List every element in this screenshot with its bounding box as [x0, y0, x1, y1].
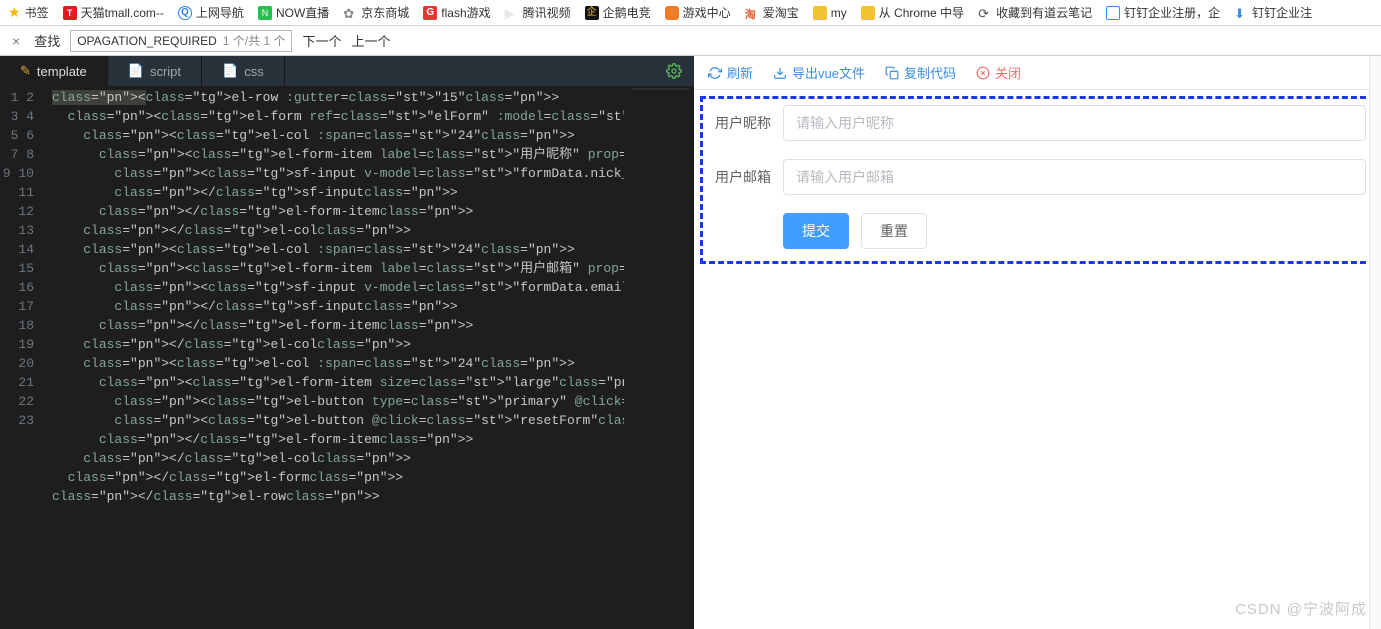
right-edge-panel [1369, 56, 1381, 629]
email-label: 用户邮箱 [709, 167, 783, 187]
form-buttons: 提交 重置 [783, 213, 1366, 249]
bookmark-item[interactable]: 钉钉企业注册，企 [1106, 4, 1220, 21]
bookmark-item[interactable]: ★书签 [8, 4, 49, 21]
find-label: 查找 [34, 31, 60, 50]
bookmark-icon [861, 6, 875, 20]
toolbar-label: 关闭 [995, 63, 1021, 82]
bookmark-label: 游戏中心 [683, 4, 731, 21]
form-row-nickname: 用户昵称 [709, 105, 1366, 141]
tab-css[interactable]: 📄 css [202, 56, 285, 86]
toolbar-refresh-button[interactable]: 刷新 [708, 63, 753, 82]
code-editor[interactable]: 1 2 3 4 5 6 7 8 9 10 11 12 13 14 15 16 1… [0, 86, 694, 629]
find-close-button[interactable]: × [8, 33, 24, 49]
bookmark-item[interactable]: Q 上网导航 [178, 4, 244, 21]
bookmark-icon: 企 [585, 6, 599, 20]
toolbar-label: 导出vue文件 [792, 63, 865, 82]
preview-pane: 刷新 导出vue文件 复制代码 关闭 用户昵称 用户邮箱 提交 重置 [694, 56, 1381, 629]
template-icon: ✎ [20, 63, 31, 79]
toolbar-label: 刷新 [727, 63, 753, 82]
line-gutter: 1 2 3 4 5 6 7 8 9 10 11 12 13 14 15 16 1… [0, 86, 52, 629]
download-icon [773, 66, 787, 80]
minimap[interactable] [624, 86, 694, 629]
bookmark-item[interactable]: N NOW直播 [258, 4, 329, 21]
bookmark-icon: ⟳ [978, 6, 992, 20]
bookmark-item[interactable]: 淘爱淘宝 [745, 4, 799, 21]
bookmarks-bar: ★书签 T 天猫tmall.com-- Q 上网导航 N NOW直播 ✿ 京东商城 Gflash游… [0, 0, 1381, 26]
bookmark-icon: ✿ [343, 6, 357, 20]
bookmark-label: 上网导航 [196, 4, 244, 21]
bookmark-label: my [831, 6, 847, 20]
bookmark-icon [665, 6, 679, 20]
copy-icon [885, 66, 899, 80]
tab-template[interactable]: ✎ template [0, 56, 108, 86]
find-next-button[interactable]: 下一个 [302, 31, 341, 50]
bookmark-icon: ⬇ [1234, 6, 1248, 20]
tab-label: script [150, 64, 181, 79]
preview-toolbar: 刷新 导出vue文件 复制代码 关闭 [694, 56, 1381, 90]
find-prev-button[interactable]: 上一个 [351, 31, 390, 50]
bookmark-item[interactable]: my [813, 6, 847, 20]
bookmark-item[interactable]: Gflash游戏 [423, 4, 490, 21]
submit-button[interactable]: 提交 [783, 213, 849, 249]
bookmark-label: NOW直播 [276, 4, 329, 21]
bookmark-label: 京东商城 [361, 4, 409, 21]
css-icon: 📄 [222, 63, 238, 79]
bookmark-item[interactable]: ⟳ 收藏到有道云笔记 [978, 4, 1092, 21]
bookmark-item[interactable]: T 天猫tmall.com-- [63, 4, 164, 21]
bookmark-icon: Q [178, 6, 192, 20]
email-input[interactable] [783, 159, 1366, 195]
bookmark-label: 天猫tmall.com-- [81, 4, 164, 21]
bookmark-label: 企鹅电竞 [603, 4, 651, 21]
tab-script[interactable]: 📄 script [108, 56, 202, 86]
editor-pane: ✎ template 📄 script 📄 css 1 2 3 4 5 6 7 8 9 1… [0, 56, 694, 629]
bookmark-icon [1106, 6, 1120, 20]
bookmark-icon: G [423, 6, 437, 20]
find-count: 1 个/共 1 个 [223, 32, 286, 49]
bookmark-item[interactable]: 游戏中心 [665, 4, 731, 21]
preview-body: 用户昵称 用户邮箱 提交 重置 [694, 90, 1381, 629]
bookmark-label: 钉钉企业注 [1252, 4, 1312, 21]
refresh-icon [708, 66, 722, 80]
bookmark-label: 收藏到有道云笔记 [996, 4, 1092, 21]
bookmark-item[interactable]: 从 Chrome 中导 [861, 4, 964, 21]
bookmark-label: flash游戏 [441, 4, 490, 21]
tab-label: template [37, 64, 87, 79]
nickname-input[interactable] [783, 105, 1366, 141]
toolbar-label: 复制代码 [904, 63, 956, 82]
find-query-text: OPAGATION_REQUIRED [77, 34, 217, 48]
bookmark-icon: N [258, 6, 272, 20]
bookmark-icon: ▶ [505, 6, 519, 20]
bookmark-label: 书签 [25, 4, 49, 21]
bookmark-item[interactable]: ✿ 京东商城 [343, 4, 409, 21]
bookmark-icon: ★ [8, 4, 21, 21]
bookmark-icon: 淘 [745, 6, 759, 20]
bookmark-item[interactable]: 企企鹅电竞 [585, 4, 651, 21]
bookmark-item[interactable]: ⬇ 钉钉企业注 [1234, 4, 1312, 21]
bookmark-label: 爱淘宝 [763, 4, 799, 21]
tab-label: css [244, 64, 264, 79]
reset-button[interactable]: 重置 [861, 213, 927, 249]
form-selection-outline[interactable]: 用户昵称 用户邮箱 提交 重置 [700, 96, 1375, 264]
bookmark-icon [813, 6, 827, 20]
form-row-email: 用户邮箱 [709, 159, 1366, 195]
bookmark-label: 钉钉企业注册，企 [1124, 4, 1220, 21]
bookmark-label: 从 Chrome 中导 [879, 4, 964, 21]
bookmark-label: 腾讯视频 [523, 4, 571, 21]
close-icon [976, 66, 990, 80]
find-bar: × 查找 OPAGATION_REQUIRED 1 个/共 1 个 下一个 上一… [0, 26, 1381, 56]
toolbar-export-button[interactable]: 导出vue文件 [773, 63, 865, 82]
editor-tabs: ✎ template 📄 script 📄 css [0, 56, 694, 86]
bookmark-item[interactable]: ▶ 腾讯视频 [505, 4, 571, 21]
script-icon: 📄 [128, 63, 144, 79]
find-input[interactable]: OPAGATION_REQUIRED 1 个/共 1 个 [70, 30, 292, 52]
settings-gear-icon[interactable] [654, 56, 694, 86]
code-content[interactable]: class="pn"><class="tg">el-row :gutter=cl… [52, 86, 624, 629]
bookmark-icon: T [63, 6, 77, 20]
toolbar-close-button[interactable]: 关闭 [976, 63, 1021, 82]
toolbar-copy-button[interactable]: 复制代码 [885, 63, 956, 82]
nickname-label: 用户昵称 [709, 113, 783, 133]
